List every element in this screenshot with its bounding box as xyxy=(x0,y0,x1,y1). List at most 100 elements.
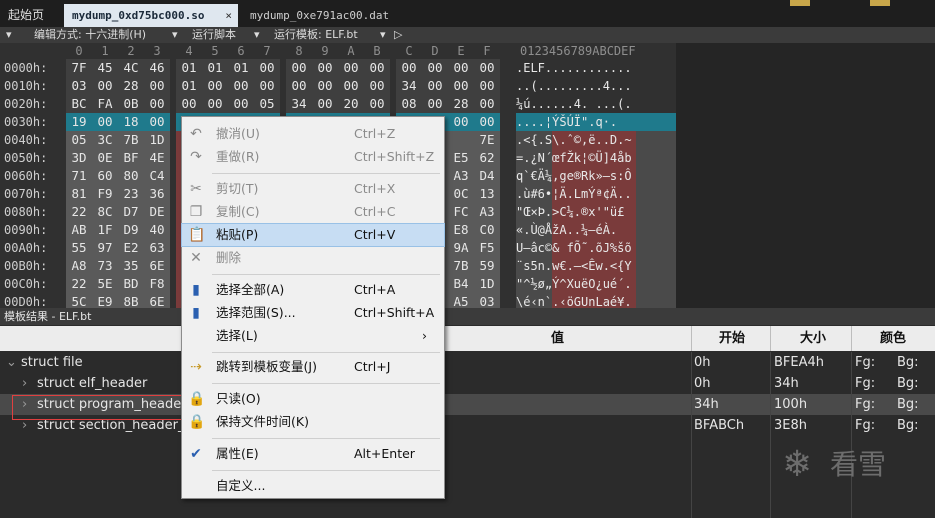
hex-byte[interactable]: 05 xyxy=(66,131,92,149)
hex-byte[interactable]: 00 xyxy=(396,59,422,77)
ascii-row[interactable]: \é‹n`.‹öGUnLaé¥. xyxy=(516,293,676,308)
hex-byte[interactable]: AB xyxy=(66,221,92,239)
header-value[interactable]: 值 xyxy=(551,326,564,351)
hex-byte[interactable]: 01 xyxy=(202,59,228,77)
hex-byte[interactable]: 81 xyxy=(66,185,92,203)
hex-byte[interactable]: 00 xyxy=(448,113,474,131)
hex-byte[interactable]: 00 xyxy=(228,95,254,113)
hex-byte[interactable]: 00 xyxy=(474,77,500,95)
hex-byte[interactable]: 1D xyxy=(144,131,170,149)
hex-byte[interactable]: 00 xyxy=(176,95,202,113)
tab-active-file[interactable]: mydump_0xd75bc000.so × xyxy=(64,4,238,27)
ascii-row[interactable]: "Œ×Þ.>C¼.®x'"ü£ xyxy=(516,203,676,221)
hex-byte[interactable]: 6E xyxy=(144,257,170,275)
hex-byte[interactable]: D9 xyxy=(118,221,144,239)
hex-row[interactable]: 7F 45 4C 46 01 01 01 00 00 00 00 00 00 00 00 00 xyxy=(66,59,506,77)
hex-byte[interactable]: 00 xyxy=(448,77,474,95)
ascii-row[interactable]: ¨s5n.w€.–<Êw.<{Y xyxy=(516,257,676,275)
ascii-row[interactable]: ¼ú......4. ...(. xyxy=(516,95,676,113)
hex-byte[interactable]: 6E xyxy=(144,293,170,308)
hex-byte[interactable]: E2 xyxy=(118,239,144,257)
menu-item-select-all[interactable]: ▮ 选择全部(A) Ctrl+A xyxy=(182,279,444,301)
hex-byte[interactable]: A8 xyxy=(66,257,92,275)
hex-byte[interactable]: 62 xyxy=(474,149,500,167)
ascii-row[interactable]: .ELF............ xyxy=(516,59,676,77)
hex-byte[interactable]: 00 xyxy=(474,113,500,131)
run-template-menu[interactable]: 运行模板: ELF.bt xyxy=(274,27,358,43)
hex-byte[interactable]: 00 xyxy=(202,77,228,95)
hex-byte[interactable]: E9 xyxy=(92,293,118,308)
edit-as-dropdown-icon[interactable]: ▾ xyxy=(172,27,178,43)
hex-byte[interactable]: 3D xyxy=(66,149,92,167)
hex-byte[interactable]: 00 xyxy=(474,59,500,77)
tab-close-icon[interactable]: × xyxy=(225,4,232,27)
menu-item-customize[interactable]: 自定义... xyxy=(182,475,444,497)
ascii-row[interactable]: U—âc©& fÕ˜.õJ%šõ xyxy=(516,239,676,257)
hex-byte[interactable]: 59 xyxy=(474,257,500,275)
hex-byte[interactable]: 22 xyxy=(66,203,92,221)
menu-item-select[interactable]: 选择(L) › xyxy=(182,325,444,347)
toolbar-collapse-icon[interactable]: ▾ xyxy=(6,27,12,43)
hex-byte[interactable]: 22 xyxy=(66,275,92,293)
hex-byte[interactable]: 97 xyxy=(92,239,118,257)
menu-item-cut[interactable]: ✂ 剪切(T) Ctrl+X xyxy=(182,178,444,200)
hex-byte[interactable]: 0E xyxy=(92,149,118,167)
hex-byte[interactable]: 0C xyxy=(448,185,474,203)
hex-byte[interactable]: 5C xyxy=(66,293,92,308)
hex-byte[interactable]: 40 xyxy=(144,221,170,239)
hex-byte[interactable]: 3C xyxy=(92,131,118,149)
hex-byte[interactable]: 1F xyxy=(92,221,118,239)
hex-byte[interactable]: 28 xyxy=(118,77,144,95)
menu-item-redo[interactable]: ↷ 重做(R) Ctrl+Shift+Z xyxy=(182,146,444,168)
hex-byte[interactable]: 00 xyxy=(254,59,280,77)
hex-byte[interactable]: 00 xyxy=(338,59,364,77)
hex-byte[interactable]: C0 xyxy=(474,221,500,239)
hex-byte[interactable]: 7F xyxy=(66,59,92,77)
menu-item-readonly[interactable]: 🔒 只读(O) xyxy=(182,388,444,410)
template-row[interactable]: ⌄ struct file 0h BFEA4h Fg: Bg: xyxy=(0,352,935,373)
hex-byte[interactable]: FA xyxy=(92,95,118,113)
hex-byte[interactable]: 73 xyxy=(92,257,118,275)
header-start[interactable]: 开始 xyxy=(719,326,745,351)
hex-byte[interactable]: 00 xyxy=(474,95,500,113)
hex-byte[interactable]: 5E xyxy=(92,275,118,293)
hex-byte[interactable]: D7 xyxy=(118,203,144,221)
hex-byte[interactable]: 8C xyxy=(92,203,118,221)
hex-byte[interactable]: B4 xyxy=(448,275,474,293)
ascii-row[interactable]: ..(.........4... xyxy=(516,77,676,95)
menu-item-select-range[interactable]: ▮ 选择范围(S)... Ctrl+Shift+A xyxy=(182,302,444,324)
hex-byte[interactable]: 00 xyxy=(228,77,254,95)
hex-byte[interactable]: 28 xyxy=(448,95,474,113)
hex-byte[interactable]: 18 xyxy=(118,113,144,131)
hex-byte[interactable]: E8 xyxy=(448,221,474,239)
hex-byte[interactable]: 00 xyxy=(422,77,448,95)
template-row[interactable]: › struct elf_header 0h 34h Fg: Bg: xyxy=(0,373,935,394)
hex-byte[interactable]: 55 xyxy=(66,239,92,257)
hex-byte[interactable]: 63 xyxy=(144,239,170,257)
hex-byte[interactable]: 03 xyxy=(474,293,500,308)
run-template-play-icon[interactable]: ▷ xyxy=(394,27,402,43)
hex-byte[interactable]: 00 xyxy=(338,77,364,95)
hex-byte[interactable]: 71 xyxy=(66,167,92,185)
ascii-row[interactable]: "^½ø„Ý^XuëO¿ué´. xyxy=(516,275,676,293)
hex-byte[interactable]: DE xyxy=(144,203,170,221)
header-size[interactable]: 大小 xyxy=(800,326,826,351)
ascii-row[interactable]: «.Ù@ÅžA..¼–éÀ. xyxy=(516,221,676,239)
hex-byte[interactable]: A3 xyxy=(448,167,474,185)
run-template-dropdown-icon[interactable]: ▾ xyxy=(380,27,386,43)
ascii-row[interactable]: .<{.S\.ˆ©,ë..D.~ xyxy=(516,131,676,149)
ascii-row[interactable]: .ù#6•¦Ä.LmÝª¢Ä.. xyxy=(516,185,676,203)
hex-byte[interactable]: F8 xyxy=(144,275,170,293)
hex-row[interactable]: BC FA 0B 00 00 00 00 05 34 00 20 00 08 00 28 00 xyxy=(66,95,506,113)
hex-byte[interactable]: 00 xyxy=(422,95,448,113)
menu-item-paste[interactable]: 📋 粘贴(P) Ctrl+V xyxy=(181,223,445,247)
hex-byte[interactable]: 01 xyxy=(176,59,202,77)
hex-byte[interactable]: 00 xyxy=(286,77,312,95)
ascii-row[interactable]: ....¦ÝŠÚÏ".q·. xyxy=(516,113,676,131)
hex-byte[interactable]: 00 xyxy=(144,95,170,113)
hex-byte[interactable]: 9A xyxy=(448,239,474,257)
hex-byte[interactable]: 00 xyxy=(286,59,312,77)
hex-byte[interactable]: 8B xyxy=(118,293,144,308)
menu-item-delete[interactable]: ✕ 删除 xyxy=(182,247,444,269)
hex-byte[interactable]: 08 xyxy=(396,95,422,113)
